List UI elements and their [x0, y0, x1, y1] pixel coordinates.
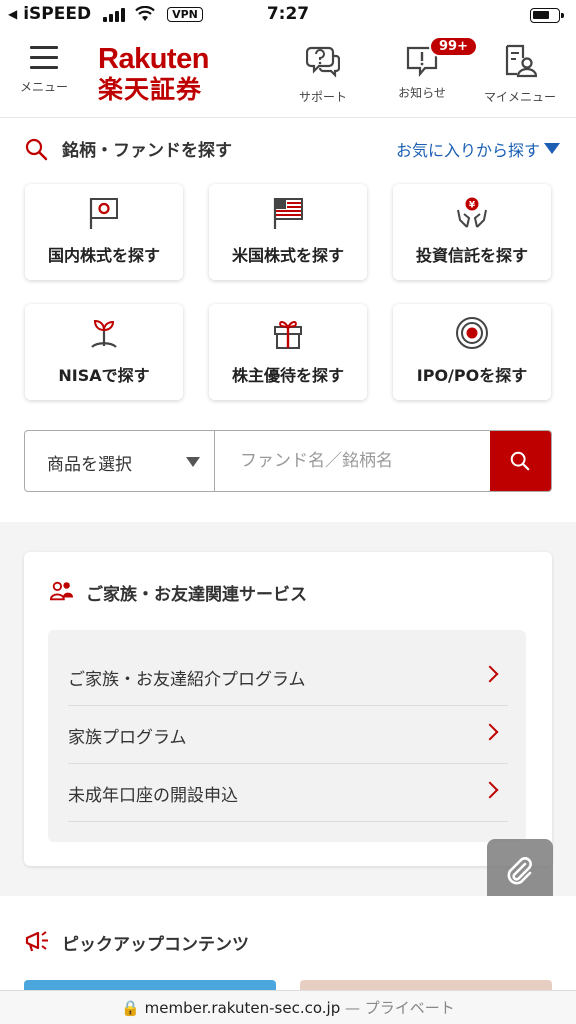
search-icon — [25, 138, 48, 161]
search-domestic-stocks-card[interactable]: 国内株式を探す — [25, 184, 183, 280]
us-flag-icon — [273, 198, 303, 229]
list-item-family-program[interactable]: 家族プログラム — [68, 706, 508, 764]
family-section-title: ご家族・お友達関連サービス — [86, 585, 307, 605]
search-us-stocks-card[interactable]: 米国株式を探す — [209, 184, 367, 280]
gift-icon — [274, 321, 302, 349]
select-value: 商品を選択 — [47, 455, 132, 475]
yen-hands-icon: ¥ — [457, 197, 487, 228]
chevron-right-icon — [481, 723, 499, 741]
japan-flag-icon — [89, 198, 118, 229]
caret-down-icon — [186, 457, 200, 467]
search-section-title: 銘柄・ファンドを探す — [62, 141, 232, 161]
magnifier-icon — [510, 451, 530, 471]
search-mutual-funds-card[interactable]: ¥ 投資信託を探す — [393, 184, 551, 280]
stock-fund-search-section: 銘柄・ファンドを探す お気に入りから探す 国内株式を探す 米国株式を探す ¥ 投… — [0, 118, 576, 522]
product-search-bar: 商品を選択 — [24, 430, 552, 492]
status-bar: ◀ iSPEED VPN 7:27 — [0, 0, 576, 32]
app-header: メニュー Rakuten 楽天証券 サポート 99+ お知らせ マイメニュー — [0, 32, 576, 118]
sprout-icon — [91, 319, 117, 348]
notice-icon-wrap: 99+ — [405, 36, 478, 78]
target-icon — [456, 317, 488, 349]
family-friends-services-card: ご家族・お友達関連サービス ご家族・お友達紹介プログラム 家族プログラム 未成年… — [24, 552, 552, 866]
list-item-label: 家族プログラム — [68, 728, 187, 748]
search-ipo-po-card[interactable]: IPO/POを探す — [393, 304, 551, 400]
list-item-minor-account[interactable]: 未成年口座の開設申込 — [68, 764, 508, 822]
card-label: NISAで探す — [58, 366, 150, 385]
chevron-right-icon — [481, 781, 499, 799]
card-label: 米国株式を探す — [231, 246, 344, 265]
card-label: 投資信託を探す — [415, 246, 528, 265]
card-label: IPO/POを探す — [416, 366, 528, 385]
notice-button[interactable]: 99+ お知らせ — [382, 36, 478, 101]
hamburger-icon — [30, 46, 58, 70]
product-type-select[interactable]: 商品を選択 — [25, 431, 215, 491]
chevron-right-icon — [481, 665, 499, 683]
notice-label: お知らせ — [398, 86, 446, 100]
fund-stock-name-input[interactable] — [216, 431, 491, 491]
family-services-list: ご家族・お友達紹介プログラム 家族プログラム 未成年口座の開設申込 — [48, 630, 526, 842]
card-label: 株主優待を探す — [231, 366, 344, 385]
megaphone-icon — [25, 931, 48, 952]
search-shareholder-benefits-card[interactable]: 株主優待を探す — [209, 304, 367, 400]
list-item-friend-referral[interactable]: ご家族・お友達紹介プログラム — [68, 648, 508, 706]
mymenu-label: マイメニュー — [483, 90, 556, 104]
logo-japanese: 楽天証券 — [98, 75, 203, 104]
menu-label: メニュー — [19, 80, 68, 94]
mymenu-user-icon — [505, 44, 538, 78]
svg-text:¥: ¥ — [469, 201, 476, 211]
pickup-section-title: ピックアップコンテンツ — [62, 935, 249, 955]
menu-button[interactable]: メニュー — [12, 42, 76, 95]
favorites-search-link[interactable]: お気に入りから探す — [396, 137, 540, 161]
rakuten-securities-logo[interactable]: Rakuten 楽天証券 — [98, 44, 209, 106]
logo-wordmark: Rakuten — [98, 43, 209, 75]
list-item-label: ご家族・お友達紹介プログラム — [68, 670, 306, 690]
support-button[interactable]: サポート — [283, 42, 363, 105]
lock-icon: 🔒 — [121, 999, 140, 1017]
search-submit-button[interactable] — [490, 431, 551, 491]
private-mode-label: — プライベート — [340, 999, 455, 1017]
notice-count-badge: 99+ — [429, 36, 478, 57]
mymenu-button[interactable]: マイメニュー — [480, 42, 560, 105]
browser-url-bar[interactable]: 🔒 member.rakuten-sec.co.jp — プライベート — [0, 990, 576, 1024]
battery-icon — [530, 8, 564, 23]
paperclip-icon — [507, 857, 532, 885]
list-item-label: 未成年口座の開設申込 — [68, 786, 238, 806]
status-time: 7:27 — [266, 4, 310, 24]
search-title-row: 銘柄・ファンドを探す お気に入りから探す — [24, 134, 560, 162]
url-domain: member.rakuten-sec.co.jp — [144, 999, 341, 1017]
search-nisa-card[interactable]: NISAで探す — [25, 304, 183, 400]
support-label: サポート — [298, 90, 347, 104]
triangle-down-icon[interactable] — [544, 143, 560, 154]
card-label: 国内株式を探す — [47, 246, 160, 265]
support-chat-icon — [305, 46, 341, 78]
family-people-icon — [50, 581, 74, 601]
